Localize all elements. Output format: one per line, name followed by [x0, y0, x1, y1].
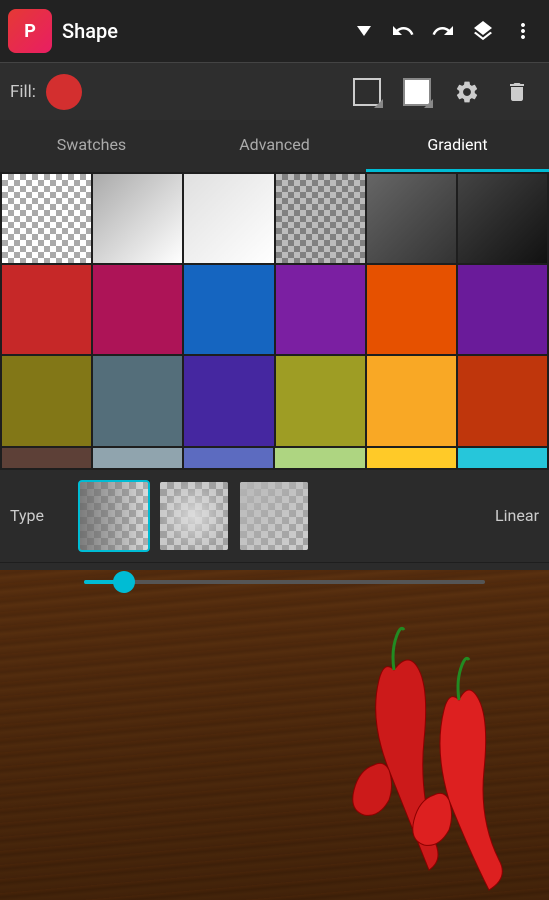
swatch-transparent-1[interactable] — [2, 174, 91, 263]
redo-button[interactable] — [425, 13, 461, 49]
app-icon-wrap: P — [8, 9, 52, 53]
undo-button[interactable] — [385, 13, 421, 49]
corner-triangle-icon — [374, 99, 383, 108]
swatch-blue[interactable] — [184, 265, 273, 354]
fill-style-button[interactable] — [395, 70, 439, 114]
swatch-pink[interactable] — [93, 265, 182, 354]
swatch-gray-white-1[interactable] — [93, 174, 182, 263]
more-options-button[interactable] — [505, 13, 541, 49]
swatch-purple[interactable] — [276, 265, 365, 354]
app-icon: P — [8, 9, 52, 53]
swatches-grid — [0, 172, 549, 448]
strip-swatch-cyan[interactable] — [458, 448, 547, 468]
type-current-label: Linear — [318, 506, 539, 525]
swatch-amber[interactable] — [367, 356, 456, 445]
tab-swatches[interactable]: Swatches — [0, 120, 183, 172]
swatch-deep-purple[interactable] — [458, 265, 547, 354]
swatch-dark-gray[interactable] — [367, 174, 456, 263]
layers-button[interactable] — [465, 13, 501, 49]
gear-settings-button[interactable] — [445, 70, 489, 114]
swatch-transparent-2[interactable] — [276, 174, 365, 263]
trash-icon — [505, 80, 529, 104]
type-option-radial[interactable] — [158, 480, 230, 552]
swatch-blue-gray[interactable] — [93, 356, 182, 445]
tab-gradient[interactable]: Gradient — [366, 120, 549, 172]
fill-color-circle[interactable] — [46, 74, 82, 110]
angle-slider-track[interactable] — [84, 580, 485, 584]
strip-swatch-green[interactable] — [275, 448, 364, 468]
type-radial-overlay — [160, 482, 228, 550]
triangle-indicator — [345, 13, 381, 49]
strip-swatch-blue-gray-light[interactable] — [93, 448, 182, 468]
triangle-down-icon — [357, 26, 371, 36]
fill-bar: Fill: — [0, 62, 549, 120]
swatch-olive[interactable] — [2, 356, 91, 445]
swatch-very-dark[interactable] — [458, 174, 547, 263]
angle-slider-thumb[interactable] — [113, 571, 135, 593]
swatch-indigo[interactable] — [184, 356, 273, 445]
type-row: Type Linear — [0, 470, 549, 562]
type-option-linear[interactable] — [78, 480, 150, 552]
swatch-deep-orange[interactable] — [458, 356, 547, 445]
page-title: Shape — [62, 19, 341, 43]
swatch-red[interactable] — [2, 265, 91, 354]
strip-swatch-brown[interactable] — [2, 448, 91, 468]
swatch-orange[interactable] — [367, 265, 456, 354]
peppers-decoration — [249, 620, 549, 900]
swatch-light-gray-white[interactable] — [184, 174, 273, 263]
tab-bar: Swatches Advanced Gradient — [0, 120, 549, 172]
top-bar: P Shape — [0, 0, 549, 62]
strip-swatch-indigo-light[interactable] — [184, 448, 273, 468]
tab-advanced[interactable]: Advanced — [183, 120, 366, 172]
gear-icon — [454, 79, 480, 105]
fill-label: Fill: — [10, 82, 36, 102]
swatches-strip — [0, 448, 549, 470]
strip-swatch-yellow[interactable] — [367, 448, 456, 468]
type-label: Type — [10, 506, 70, 525]
swatch-lime[interactable] — [276, 356, 365, 445]
app-icon-letter: P — [24, 21, 36, 42]
trash-delete-button[interactable] — [495, 70, 539, 114]
type-option-sweep[interactable] — [238, 480, 310, 552]
type-linear-overlay — [80, 482, 148, 550]
corner-triangle-icon-2 — [424, 99, 433, 108]
type-sweep-overlay — [240, 482, 308, 550]
border-style-button[interactable] — [345, 70, 389, 114]
